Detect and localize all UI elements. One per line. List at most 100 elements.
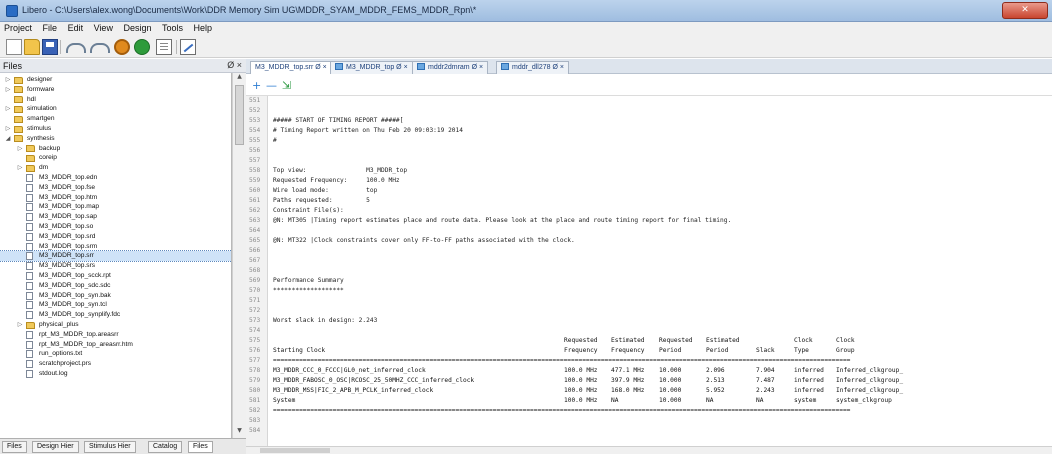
menu-design[interactable]: Design	[119, 22, 155, 33]
menu-view[interactable]: View	[90, 22, 117, 33]
tab-m3-mddr-top-srr[interactable]: M3_MDDR_top.srr Ø ×	[250, 61, 332, 75]
tree-file-item[interactable]: run_options.txt	[0, 349, 231, 359]
scrollbar-thumb[interactable]	[260, 448, 330, 453]
tree-folder-item[interactable]: ▷ stimulus	[0, 124, 231, 134]
expand-arrow-icon[interactable]: ▷	[4, 85, 12, 95]
tree-file-item[interactable]: M3_MDDR_top_syn.bak	[0, 291, 231, 301]
tab-design-hier[interactable]: Design Hier	[32, 441, 79, 453]
tree-file-item[interactable]: M3_MDDR_top.map	[0, 202, 231, 212]
timing-table-cell: Group	[836, 347, 855, 354]
tree-file-item[interactable]: M3_MDDR_top.fse	[0, 183, 231, 193]
tree-item-label: M3_MDDR_top.htm	[39, 193, 98, 201]
menu-tools[interactable]: Tools	[158, 22, 187, 33]
timing-table-cell: Inferred_clkgroup_	[836, 377, 904, 384]
timing-table-cell: Clock	[794, 337, 813, 344]
tree-file-item[interactable]: M3_MDDR_top.srm	[0, 242, 231, 252]
redo-icon[interactable]	[90, 43, 110, 53]
tree-folder-item[interactable]: coreip	[0, 153, 231, 163]
tree-file-item[interactable]: stdout.log	[0, 369, 231, 379]
line-number: 560	[249, 187, 261, 194]
tree-file-item[interactable]: scratchproject.prs	[0, 359, 231, 369]
zoom-in-icon[interactable]: +	[252, 79, 261, 92]
file-icon	[26, 272, 33, 280]
tree-file-item[interactable]: rpt_M3_MDDR_top.areasrr	[0, 330, 231, 340]
timing-table-cell: 2.096	[706, 367, 725, 374]
line-number: 565	[249, 237, 261, 244]
tree-folder-item[interactable]: ▷ dm	[0, 163, 231, 173]
scroll-down-arrow-icon[interactable]: ▼	[233, 427, 246, 438]
tab-catalog[interactable]: Catalog	[148, 441, 183, 453]
expand-arrow-icon[interactable]: ▷	[16, 163, 24, 173]
menu-project[interactable]: Project	[0, 22, 36, 33]
tree-folder-item[interactable]: ▷ designer	[0, 75, 231, 85]
gear-icon[interactable]	[114, 39, 130, 55]
tree-file-item[interactable]: M3_MDDR_top.htm	[0, 193, 231, 203]
scrollbar-thumb[interactable]	[235, 85, 244, 145]
tree-item-label: coreip	[39, 154, 57, 162]
tree-file-item[interactable]: M3_MDDR_top.srs	[0, 261, 231, 271]
tree-folder-item[interactable]: ▷ physical_plus	[0, 320, 231, 330]
report-editor[interactable]: 551 552 553 ##### START OF TIMING REPORT ##…	[246, 96, 1052, 446]
line-number: 578	[249, 367, 261, 374]
line-number: 574	[249, 327, 261, 334]
tree-folder-item[interactable]: hdl	[0, 95, 231, 105]
line-text: Performance Summary	[273, 277, 344, 284]
tree-folder-item[interactable]: ▷ simulation	[0, 104, 231, 114]
tree-file-item[interactable]: M3_MDDR_top.so	[0, 222, 231, 232]
edit-icon[interactable]	[180, 39, 196, 55]
tab-mddr-dll278[interactable]: mddr_dll278 Ø ×	[496, 61, 569, 74]
code-line: 554 # Timing Report written on Thu Feb 20…	[246, 126, 1052, 136]
line-text: @N: MT322 |Clock constraints cover only …	[273, 237, 575, 244]
tree-item-label: run_options.txt	[39, 350, 83, 358]
editor-horizontal-scrollbar[interactable]	[246, 446, 1052, 454]
new-file-icon[interactable]	[6, 39, 22, 55]
file-icon	[26, 360, 33, 369]
expand-arrow-icon[interactable]: ▷	[4, 124, 12, 134]
code-line: 568	[246, 266, 1052, 276]
tree-file-item[interactable]: M3_MDDR_top_sdc.sdc	[0, 281, 231, 291]
zoom-out-icon[interactable]: —	[266, 79, 277, 92]
tree-file-item[interactable]: M3_MDDR_top_scck.rpt	[0, 271, 231, 281]
tree-file-item[interactable]: M3_MDDR_top_syn.tcl	[0, 300, 231, 310]
run-icon[interactable]	[134, 39, 150, 55]
scroll-up-arrow-icon[interactable]: ▲	[233, 73, 246, 84]
tree-folder-item[interactable]: smartgen	[0, 114, 231, 124]
tree-file-item[interactable]: rpt_M3_MDDR_top_areasrr.htm	[0, 340, 231, 350]
tree-file-item[interactable]: M3_MDDR_top.sap	[0, 212, 231, 222]
tab-files-active[interactable]: Files	[188, 441, 213, 453]
tab-m3-mddr-top[interactable]: M3_MDDR_top Ø ×	[330, 61, 413, 74]
expand-arrow-icon[interactable]: ▷	[4, 75, 12, 85]
tree-file-item[interactable]: M3_MDDR_top.edn	[0, 173, 231, 183]
panel-pin-close-controls[interactable]: Ø ×	[227, 60, 242, 70]
open-folder-icon[interactable]	[24, 39, 40, 55]
tree-folder-item[interactable]: ◢ synthesis	[0, 134, 231, 144]
tree-folder-item[interactable]: ▷ formware	[0, 85, 231, 95]
code-line: 556	[246, 146, 1052, 156]
tab-stimulus-hier[interactable]: Stimulus Hier	[84, 441, 136, 453]
tree-file-item[interactable]: M3_MDDR_top.srr	[0, 250, 231, 263]
file-tree-scrollbar[interactable]: ▲ ▼	[232, 73, 246, 438]
menu-help[interactable]: Help	[190, 22, 217, 33]
expand-arrow-icon[interactable]: ▷	[16, 144, 24, 154]
undo-icon[interactable]	[66, 43, 86, 53]
tree-file-item[interactable]: M3_MDDR_top_synplify.fdc	[0, 310, 231, 320]
document-icon[interactable]	[156, 39, 172, 55]
tree-file-item[interactable]: M3_MDDR_top.srd	[0, 232, 231, 242]
save-icon[interactable]	[42, 39, 58, 55]
timing-table-cell: System	[273, 397, 296, 404]
tree-folder-item[interactable]: ▷ backup	[0, 144, 231, 154]
tab-mddr2dmram[interactable]: mddr2dmram Ø ×	[412, 61, 489, 74]
goto-line-icon[interactable]: ⇲	[282, 79, 291, 92]
window-close-button[interactable]: ✕	[1002, 2, 1048, 19]
tree-item-label: stimulus	[27, 125, 52, 132]
code-line: 559 Requested Frequency: 100.0 MHz	[246, 176, 1052, 186]
tree-item-label: M3_MDDR_top.so	[39, 223, 94, 230]
expand-arrow-icon[interactable]: ▷	[16, 320, 24, 330]
code-line: 561 Paths requested: 5	[246, 196, 1052, 206]
expand-arrow-icon[interactable]: ◢	[4, 134, 12, 144]
menu-edit[interactable]: Edit	[64, 22, 88, 33]
tab-files[interactable]: Files	[2, 441, 27, 453]
expand-arrow-icon[interactable]: ▷	[4, 104, 12, 114]
timing-table-cell: Period	[706, 347, 729, 354]
menu-file[interactable]: File	[39, 22, 62, 33]
